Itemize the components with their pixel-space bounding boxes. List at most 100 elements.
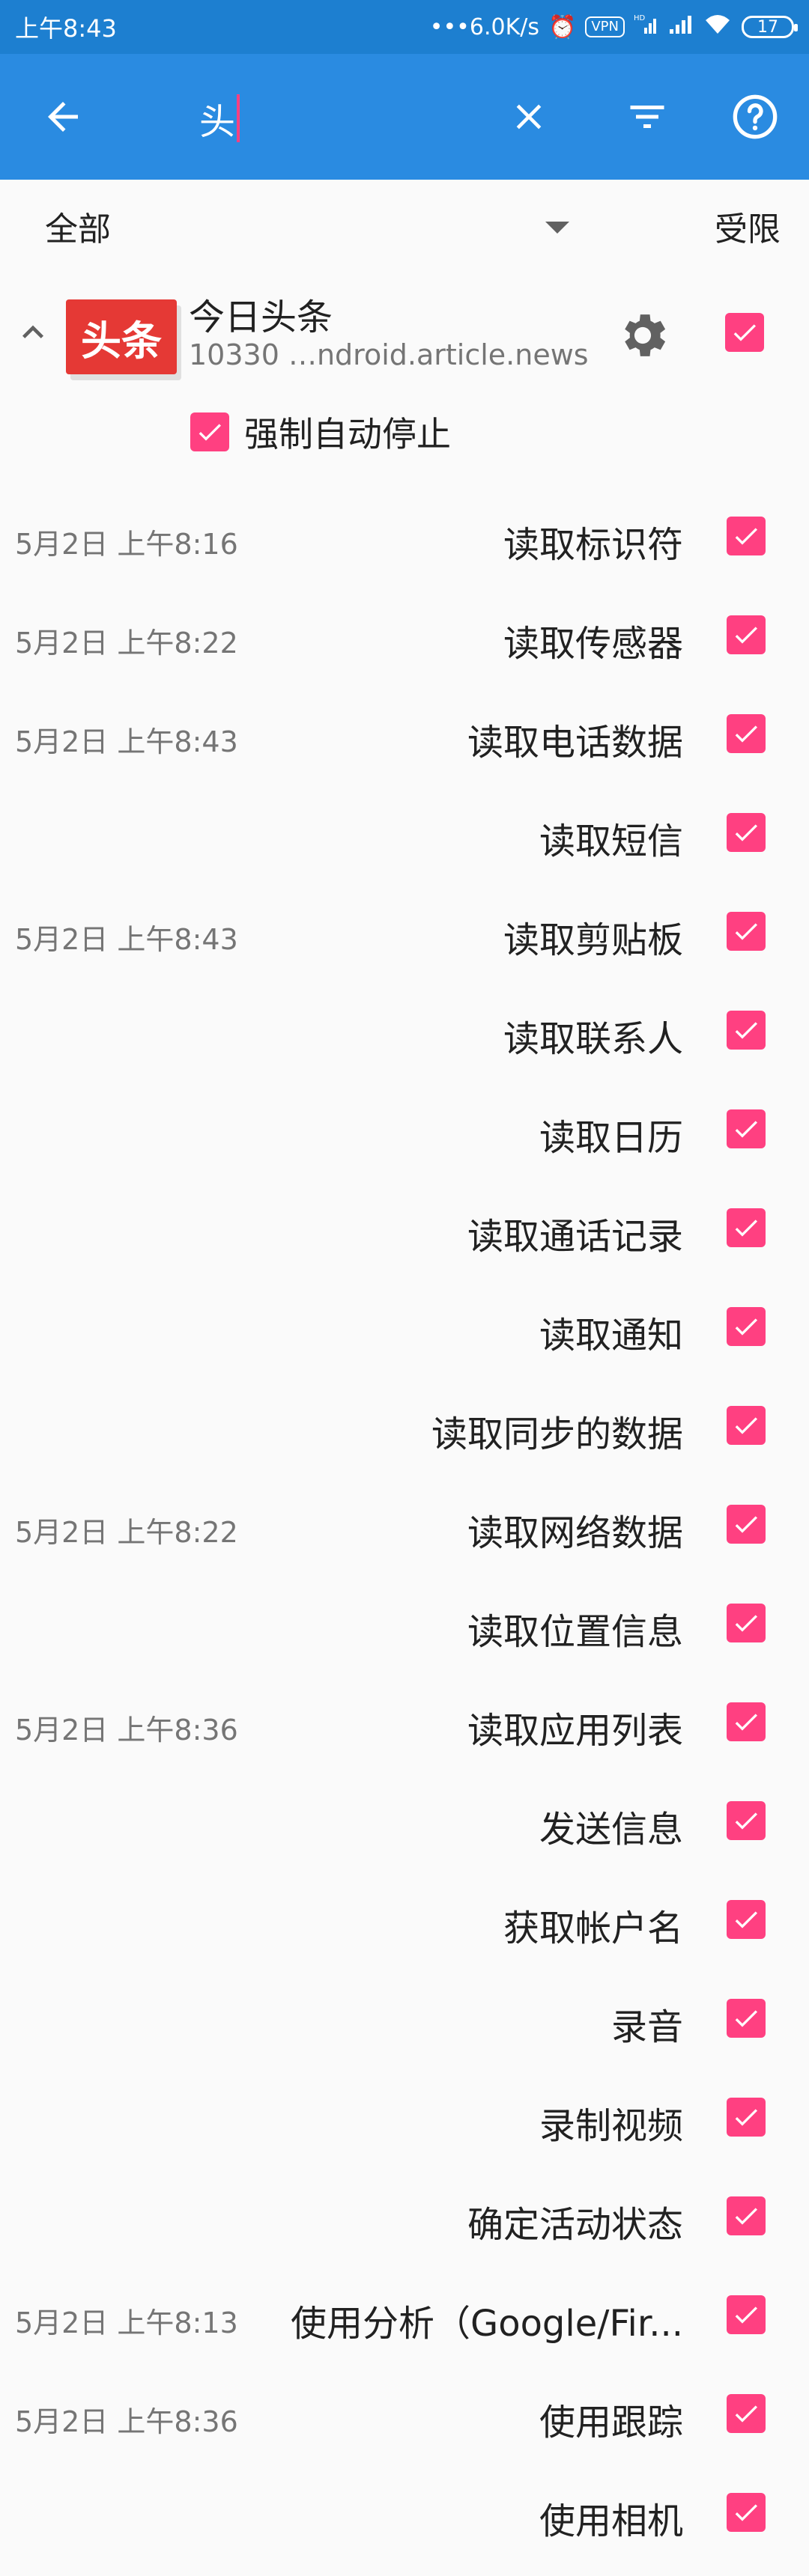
permission-row: 读取日历 [0,1080,809,1178]
alarm-icon: ⏰ [548,13,577,40]
permission-name: 读取位置信息 [467,1611,683,1653]
permission-name: 读取通话记录 [467,1216,683,1258]
filter-button[interactable] [614,84,680,150]
signal-hd-icon: HD [634,13,659,41]
permission-row: 5月2日 上午8:22 读取网络数据 [0,1475,809,1574]
search-text: 头 [199,101,236,143]
net-speed: •••6.0K/s [429,13,539,40]
permission-name: 读取剪贴板 [503,919,683,961]
permission-restrict-checkbox[interactable] [727,517,766,555]
app-restrict-checkbox[interactable] [725,313,764,352]
permission-restrict-checkbox[interactable] [727,1208,766,1247]
svg-text:HD: HD [634,14,646,22]
check-icon [735,1714,757,1731]
permission-last-used: 5月2日 上午8:22 [15,627,238,660]
permission-row: 5月2日 上午8:22 读取传感器 [0,585,809,684]
category-select[interactable]: 全部 [45,202,111,250]
permission-restrict-checkbox[interactable] [727,912,766,951]
permission-name: 读取传感器 [503,623,683,665]
permission-restrict-checkbox[interactable] [727,1109,766,1148]
permission-restrict-checkbox[interactable] [727,2493,766,2532]
check-icon [735,2208,757,2225]
permission-restrict-checkbox[interactable] [727,2295,766,2334]
permission-restrict-checkbox[interactable] [727,2394,766,2433]
status-time: 上午8:43 [15,14,117,43]
back-button[interactable] [30,84,96,150]
permission-name: 录制视频 [539,2105,683,2147]
permission-list: 5月2日 上午8:16 读取标识符 5月2日 上午8:22 读取传感器 5月2日 上午8… [0,487,809,2562]
permission-restrict-checkbox[interactable] [727,2098,766,2137]
permission-restrict-checkbox[interactable] [727,714,766,753]
permission-restrict-checkbox[interactable] [727,1505,766,1544]
permission-row: 5月2日 上午8:36 读取应用列表 [0,1672,809,1771]
check-icon [735,725,757,743]
permission-row: 获取帐户名 [0,1870,809,1969]
permission-row: 读取联系人 [0,981,809,1080]
permission-row: 读取位置信息 [0,1574,809,1672]
permission-name: 发送信息 [539,1809,683,1851]
permission-restrict-checkbox[interactable] [727,1011,766,1050]
close-icon [516,104,542,130]
clear-search-button[interactable] [496,84,562,150]
app-header: 头条 今日头条 10330 …ndroid.article.news [0,272,809,392]
chevron-up-icon [22,325,43,338]
permission-row: 确定活动状态 [0,2167,809,2265]
permission-restrict-checkbox[interactable] [727,1406,766,1445]
check-icon [735,1516,757,1533]
permission-restrict-checkbox[interactable] [727,813,766,852]
permission-last-used: 5月2日 上午8:36 [15,1714,238,1747]
app-settings-button[interactable] [614,307,671,364]
permission-row: 5月2日 上午8:36 使用跟踪 [0,2364,809,2463]
filter-list-icon [630,106,664,128]
permission-last-used: 5月2日 上午8:36 [15,2405,238,2438]
permission-name: 使用相机 [539,2500,683,2542]
check-icon [735,1318,757,1336]
force-stop-label: 强制自动停止 [244,414,451,454]
collapse-button[interactable] [12,311,54,353]
force-stop-checkbox[interactable] [190,412,229,451]
permission-restrict-checkbox[interactable] [727,615,766,654]
permission-restrict-checkbox[interactable] [727,1999,766,2038]
permission-restrict-checkbox[interactable] [727,1604,766,1642]
app-package: 10330 …ndroid.article.news [189,338,589,371]
check-icon [735,2109,757,2126]
check-icon [735,1911,757,1928]
help-button[interactable] [722,84,788,150]
permission-last-used: 5月2日 上午8:13 [15,2306,238,2339]
permission-name: 使用分析（Google/Fir... [291,2303,683,2345]
check-icon [735,528,757,545]
battery-icon: 17 [742,16,798,38]
permission-last-used: 5月2日 上午8:22 [15,1516,238,1549]
permission-row: 发送信息 [0,1771,809,1870]
permission-restrict-checkbox[interactable] [727,1702,766,1741]
check-icon [735,1220,757,1237]
check-icon [735,824,757,841]
filter-row: 全部 受限 [0,180,809,272]
app-name: 今日头条 [189,296,333,338]
status-icons: •••6.0K/s ⏰ VPN HD 17 [429,13,798,41]
check-icon [735,923,757,940]
arrow-left-icon [48,102,78,132]
search-input[interactable]: 头 [199,94,240,143]
check-icon [735,1812,757,1830]
dropdown-arrow-icon[interactable] [545,222,569,234]
permission-name: 获取帐户名 [503,1907,683,1949]
check-icon [735,1121,757,1138]
permission-name: 读取电话数据 [467,722,683,764]
permission-last-used: 5月2日 上午8:43 [15,923,238,956]
permission-row: 5月2日 上午8:16 读取标识符 [0,487,809,585]
permission-restrict-checkbox[interactable] [727,1900,766,1939]
permission-row: 使用相机 [0,2463,809,2562]
permission-restrict-checkbox[interactable] [727,1307,766,1346]
status-bar: 上午8:43 •••6.0K/s ⏰ VPN HD 17 [0,0,809,54]
permission-last-used: 5月2日 上午8:43 [15,725,238,758]
permission-restrict-checkbox[interactable] [727,2196,766,2235]
permission-restrict-checkbox[interactable] [727,1801,766,1840]
permission-name: 读取同步的数据 [431,1413,683,1455]
restricted-label: 受限 [715,210,781,249]
check-icon [735,2306,757,2324]
toolbar: 头 [0,54,809,180]
check-icon [735,627,757,644]
check-icon [735,2504,757,2521]
check-icon [199,424,221,441]
